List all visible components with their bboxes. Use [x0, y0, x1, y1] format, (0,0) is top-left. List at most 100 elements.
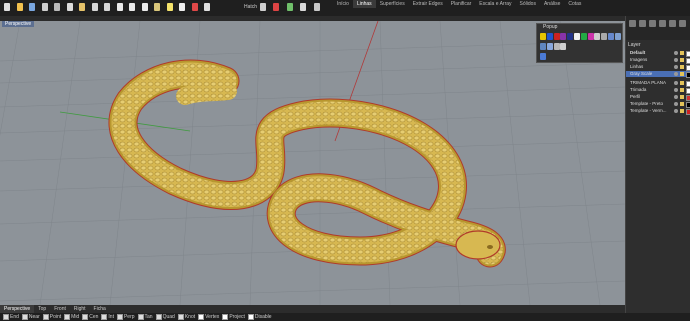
pan-icon[interactable]	[116, 3, 123, 11]
visibility-icon[interactable]	[674, 72, 678, 76]
checkbox-checked-icon[interactable]	[21, 314, 28, 320]
copy-icon[interactable]	[66, 3, 73, 11]
osnap-toggle[interactable]: Near	[21, 314, 40, 320]
osnap-toggle[interactable]: Mid	[64, 314, 79, 320]
view-tab[interactable]: Ficha	[90, 305, 110, 313]
lock-icon[interactable]	[680, 65, 684, 69]
view-tab[interactable]: Right	[70, 305, 90, 313]
grid-icon[interactable]	[594, 33, 601, 40]
osnap-toggle[interactable]: Perp	[116, 314, 135, 320]
osnap-toggle[interactable]: Int	[101, 314, 114, 320]
menu-tab[interactable]: Análise	[540, 0, 564, 8]
color-green-icon[interactable]	[580, 33, 587, 40]
panel-tab-icon[interactable]	[679, 20, 686, 27]
perspective-viewport[interactable]: Perspective	[0, 21, 625, 305]
sphere-icon[interactable]	[614, 33, 621, 40]
layer-color-swatch[interactable]	[686, 72, 690, 78]
visibility-icon[interactable]	[674, 58, 678, 62]
visibility-icon[interactable]	[674, 51, 678, 55]
cone-icon[interactable]	[546, 43, 553, 50]
osnap-toggle[interactable]: End	[3, 314, 19, 320]
paste-icon[interactable]	[79, 3, 85, 11]
visibility-icon[interactable]	[674, 95, 678, 99]
redo-icon[interactable]	[104, 3, 110, 11]
osnap-toggle[interactable]: Disable	[247, 314, 272, 320]
osnap-toggle[interactable]: Quad	[155, 314, 175, 320]
light-icon[interactable]	[166, 3, 173, 11]
lock-icon[interactable]	[680, 81, 684, 85]
rotate-icon[interactable]	[129, 3, 135, 11]
color-navy-icon[interactable]	[567, 33, 574, 40]
menu-tab[interactable]: Sólidos	[516, 0, 540, 8]
hatch-label[interactable]: Hatch	[244, 4, 257, 10]
menu-tab[interactable]: Superfícies	[376, 0, 409, 8]
checkbox-checked-icon[interactable]	[42, 314, 49, 320]
osnap-toggle[interactable]: Knot	[177, 314, 195, 320]
cut-icon[interactable]	[54, 3, 60, 11]
gumball-icon[interactable]	[300, 3, 306, 11]
lock-icon[interactable]	[680, 95, 684, 99]
checkbox-checked-icon[interactable]	[137, 314, 144, 320]
visibility-icon[interactable]	[674, 109, 678, 113]
checkbox-unchecked-icon[interactable]	[247, 314, 254, 320]
torus-icon[interactable]	[553, 43, 560, 50]
menu-tab[interactable]: Linhas	[352, 0, 376, 8]
checkbox-checked-icon[interactable]	[64, 314, 71, 320]
render-icon[interactable]	[286, 3, 293, 11]
osnap-toggle[interactable]: Vertex	[198, 314, 219, 320]
panel-tab-icon[interactable]	[629, 20, 636, 27]
layer-color-swatch[interactable]	[686, 109, 690, 115]
menu-tab[interactable]: Escala e Array	[475, 0, 515, 8]
lock-icon[interactable]	[680, 88, 684, 92]
lock-icon[interactable]	[680, 51, 684, 55]
checkbox-checked-icon[interactable]	[101, 314, 108, 320]
layer-icon[interactable]	[204, 3, 210, 11]
new-icon[interactable]	[4, 3, 10, 11]
checkbox-checked-icon[interactable]	[116, 314, 123, 320]
color-blue-icon[interactable]	[546, 33, 553, 40]
color-red-icon[interactable]	[553, 33, 560, 40]
select-icon[interactable]	[154, 3, 160, 11]
checkbox-checked-icon[interactable]	[82, 314, 89, 320]
layer-row[interactable]: Trimada	[626, 87, 690, 94]
layer-row[interactable]: Template - Verm...	[626, 108, 690, 115]
material-ball-icon[interactable]	[540, 53, 546, 60]
osnap-toggle[interactable]: Cen	[82, 314, 98, 320]
menu-tab[interactable]: Início	[333, 0, 353, 8]
checkbox-unchecked-icon[interactable]	[222, 314, 229, 320]
panel-tab-icon[interactable]	[669, 20, 676, 27]
checkbox-checked-icon[interactable]	[3, 314, 9, 320]
menu-tab[interactable]: Cotas	[564, 0, 585, 8]
view-tab[interactable]: Front	[50, 305, 70, 313]
checkbox-unchecked-icon[interactable]	[198, 314, 205, 320]
menu-tab[interactable]: Extrair Edges	[409, 0, 447, 8]
open-icon[interactable]	[16, 3, 23, 11]
menu-tab[interactable]: Planificar	[447, 0, 476, 8]
color-white-icon[interactable]	[574, 33, 580, 40]
save-icon[interactable]	[29, 3, 35, 11]
layer-row[interactable]: Template - Preto	[626, 101, 690, 108]
visibility-icon[interactable]	[674, 81, 678, 85]
layer-row[interactable]: Default	[626, 50, 690, 57]
visibility-icon[interactable]	[674, 102, 678, 106]
osnap-toggle[interactable]: Tan	[137, 314, 153, 320]
cylinder-icon[interactable]	[540, 43, 546, 50]
layer-row[interactable]: Linhas	[626, 64, 690, 71]
layer-row[interactable]: Imagens	[626, 57, 690, 64]
panel-tab-icon[interactable]	[659, 20, 666, 27]
color-yellow-icon[interactable]	[540, 33, 546, 40]
lock-icon[interactable]	[680, 102, 684, 106]
visibility-icon[interactable]	[674, 65, 678, 69]
layer-row[interactable]: Gray Scale	[626, 71, 690, 78]
lock-icon[interactable]	[680, 72, 684, 76]
panel-tab-icon[interactable]	[639, 20, 646, 27]
view-tab[interactable]: Top	[34, 305, 50, 313]
pipe-icon[interactable]	[560, 43, 567, 50]
zoom-icon[interactable]	[141, 3, 148, 11]
color-purple-icon[interactable]	[560, 33, 567, 40]
shade-icon[interactable]	[601, 33, 608, 40]
undo-icon[interactable]	[91, 3, 98, 11]
settings-icon[interactable]	[313, 3, 320, 11]
checkbox-checked-icon[interactable]	[155, 314, 162, 320]
print-icon[interactable]	[41, 3, 48, 11]
